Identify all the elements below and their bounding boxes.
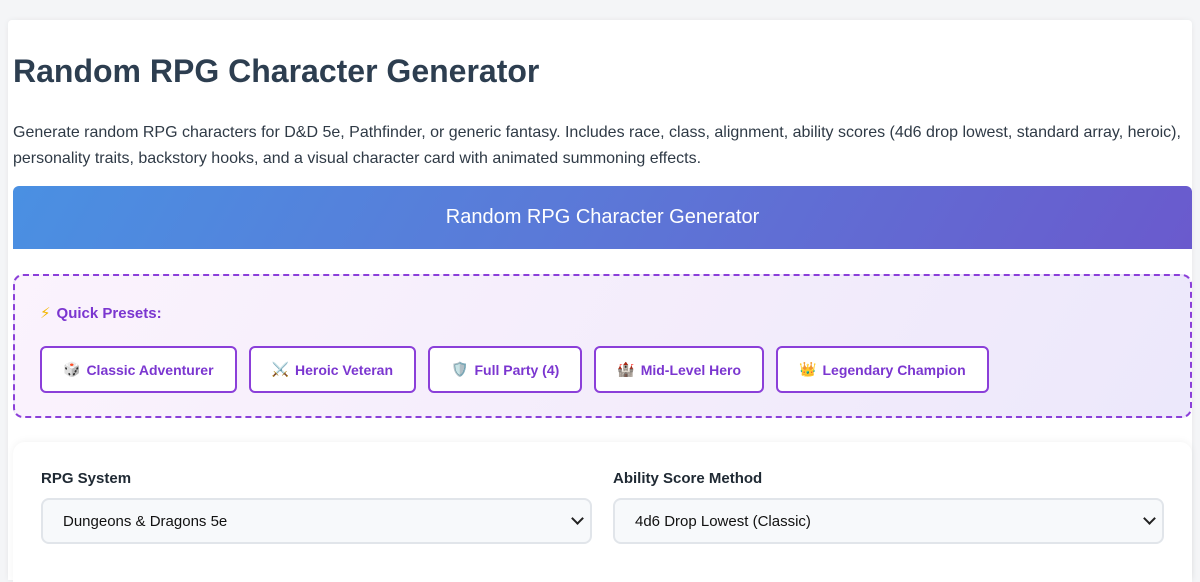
page-title: Random RPG Character Generator (13, 53, 540, 89)
quick-presets-panel: ⚡ Quick Presets: 🎲 Classic Adventurer ⚔️… (13, 274, 1192, 418)
preset-label: Classic Adventurer (86, 361, 214, 378)
preset-label: Legendary Champion (822, 361, 966, 378)
preset-label: Mid-Level Hero (640, 361, 742, 378)
quick-presets-label: Quick Presets: (56, 304, 162, 322)
preset-full-party-button[interactable]: 🛡️ Full Party (4) (428, 346, 583, 393)
castle-icon: 🏰 (617, 361, 635, 377)
preset-button-row: 🎲 Classic Adventurer ⚔️ Heroic Veteran 🛡… (40, 346, 989, 393)
quick-presets-heading: ⚡ Quick Presets: (40, 304, 162, 323)
ability-method-label: Ability Score Method (613, 470, 763, 487)
lightning-icon: ⚡ (40, 305, 51, 322)
preset-heroic-veteran-button[interactable]: ⚔️ Heroic Veteran (248, 346, 417, 393)
crossed-swords-icon: ⚔️ (271, 361, 289, 377)
rpg-system-value: Dungeons & Dragons 5e (63, 512, 228, 530)
banner-title: Random RPG Character Generator (445, 206, 760, 228)
preset-mid-level-hero-button[interactable]: 🏰 Mid-Level Hero (594, 346, 765, 393)
preset-label: Heroic Veteran (294, 361, 394, 378)
generator-options-panel: RPG System Dungeons & Dragons 5e Ability… (13, 442, 1192, 582)
ability-method-select[interactable]: 4d6 Drop Lowest (Classic) (613, 498, 1164, 544)
chevron-down-icon (571, 512, 584, 525)
chevron-down-icon (1143, 512, 1156, 525)
dice-icon: 🎲 (63, 361, 81, 377)
preset-classic-adventurer-button[interactable]: 🎲 Classic Adventurer (40, 346, 237, 393)
page-description: Generate random RPG characters for D&D 5… (13, 124, 1181, 167)
page-card: Random RPG Character Generator Generate … (8, 20, 1192, 582)
generator-banner: Random RPG Character Generator (13, 186, 1192, 249)
preset-label: Full Party (4) (474, 361, 560, 378)
rpg-system-label: RPG System (41, 470, 132, 487)
crown-icon: 👑 (799, 361, 817, 377)
preset-legendary-champion-button[interactable]: 👑 Legendary Champion (776, 346, 989, 393)
rpg-system-select[interactable]: Dungeons & Dragons 5e (41, 498, 592, 544)
shield-icon: 🛡️ (451, 361, 469, 377)
ability-method-value: 4d6 Drop Lowest (Classic) (635, 512, 811, 530)
